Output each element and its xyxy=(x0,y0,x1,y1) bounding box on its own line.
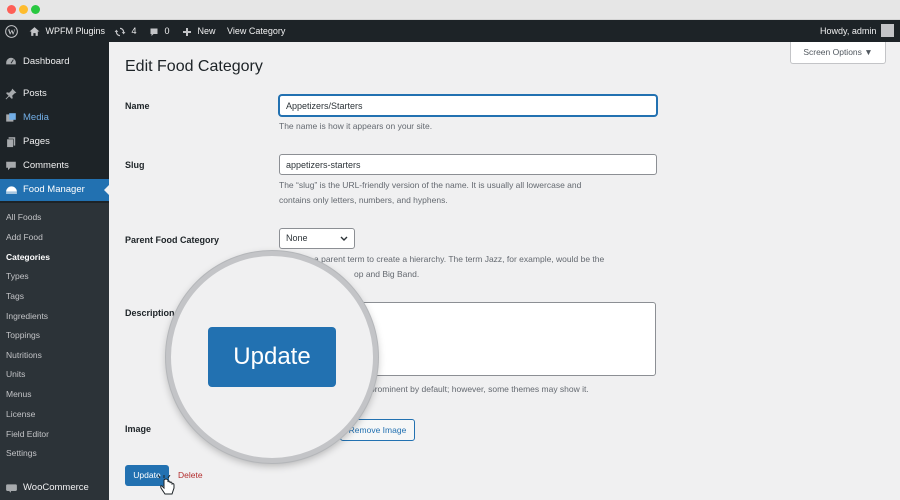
slug-input[interactable]: appetizers-starters xyxy=(279,154,657,175)
new-content-link[interactable]: New xyxy=(182,20,216,42)
submenu-item-toppings[interactable]: Toppings xyxy=(6,330,40,340)
screen-options-button[interactable]: Screen Options ▼ xyxy=(790,42,886,64)
dashboard-icon xyxy=(6,57,16,65)
slug-description-line-1: The “slug” is the URL-friendly version o… xyxy=(279,180,582,190)
slug-label: Slug xyxy=(125,160,145,170)
parent-category-value: None xyxy=(286,233,308,243)
view-category-link[interactable]: View Category xyxy=(227,20,285,42)
site-name-link[interactable]: WPFM Plugins xyxy=(29,20,105,42)
sidebar-item-label: WooCommerce xyxy=(23,482,89,493)
sidebar-item-label: Media xyxy=(23,112,49,123)
close-window-button[interactable] xyxy=(7,5,16,14)
avatar[interactable] xyxy=(881,24,894,37)
submenu-item-nutritions[interactable]: Nutritions xyxy=(6,350,42,360)
submenu-item-settings[interactable]: Settings xyxy=(6,448,37,458)
parent-description-line-1: a parent term to create a hierarchy. The… xyxy=(314,254,605,264)
maximize-window-button[interactable] xyxy=(31,5,40,14)
delete-link[interactable]: Delete xyxy=(178,470,203,480)
comments-link[interactable]: 0 xyxy=(149,20,170,42)
howdy-user[interactable]: Howdy, admin xyxy=(820,20,876,42)
sidebar-item-pages[interactable]: Pages xyxy=(0,131,109,153)
sidebar-item-label: Comments xyxy=(23,160,69,171)
submenu-item-license[interactable]: License xyxy=(6,409,35,419)
sidebar-item-posts[interactable]: Posts xyxy=(0,83,109,105)
submenu-item-menus[interactable]: Menus xyxy=(6,389,32,399)
browser-chrome xyxy=(0,0,900,20)
comments-count: 0 xyxy=(164,26,170,36)
submenu-item-categories[interactable]: Categories xyxy=(6,252,50,262)
sidebar-item-media[interactable]: Media xyxy=(0,107,109,129)
slug-description-line-2: contains only letters, numbers, and hyph… xyxy=(279,195,448,205)
sidebar-item-food-manager[interactable]: Food Manager xyxy=(0,179,109,201)
description-help: prominent by default; however, some them… xyxy=(370,384,589,394)
zoomed-update-button[interactable]: Update xyxy=(208,327,336,387)
updates-count: 4 xyxy=(131,26,137,36)
food-manager-icon xyxy=(6,186,17,194)
comments-icon xyxy=(6,161,16,171)
sidebar-item-label: Pages xyxy=(23,136,50,147)
sidebar-item-comments[interactable]: Comments xyxy=(0,155,109,177)
sidebar-item-woocommerce[interactable]: WooCommerce xyxy=(0,477,109,499)
sidebar-item-label: Posts xyxy=(23,88,47,99)
name-label: Name xyxy=(125,101,150,111)
food-manager-submenu: All Foods Add Food Categories Types Tags… xyxy=(0,203,109,500)
chevron-down-icon xyxy=(340,236,348,241)
sidebar-item-label: Food Manager xyxy=(23,184,85,195)
submenu-item-add-food[interactable]: Add Food xyxy=(6,232,43,242)
pushpin-icon xyxy=(5,88,17,100)
submenu-item-all-foods[interactable]: All Foods xyxy=(6,212,41,222)
updates-link[interactable]: 4 xyxy=(114,20,137,42)
description-label: Description xyxy=(125,308,175,318)
parent-category-label: Parent Food Category xyxy=(125,235,220,245)
svg-text:W: W xyxy=(8,28,16,37)
active-menu-arrow xyxy=(104,185,109,195)
site-name: WPFM Plugins xyxy=(45,26,106,36)
new-label: New xyxy=(197,26,216,36)
admin-bar: W WPFM Plugins 4 0 New View Category How… xyxy=(0,20,900,42)
hand-cursor-icon xyxy=(158,475,175,495)
sidebar-item-label: Dashboard xyxy=(23,56,70,67)
parent-description-line-2: op and Big Band. xyxy=(354,269,420,279)
name-description: The name is how it appears on your site. xyxy=(279,121,433,131)
submenu-item-ingredients[interactable]: Ingredients xyxy=(6,311,48,321)
name-input[interactable]: Appetizers/Starters xyxy=(279,95,657,116)
wordpress-logo-icon[interactable]: W xyxy=(5,20,18,42)
submenu-item-tags[interactable]: Tags xyxy=(6,291,24,301)
page-title: Edit Food Category xyxy=(125,58,263,75)
admin-sidebar: Dashboard Posts Media Pages Comments Foo… xyxy=(0,42,109,500)
image-label: Image xyxy=(125,424,152,434)
minimize-window-button[interactable] xyxy=(19,5,28,14)
media-icon xyxy=(6,113,16,122)
comment-icon xyxy=(150,28,158,36)
home-icon xyxy=(29,27,40,37)
sidebar-item-dashboard[interactable]: Dashboard xyxy=(0,51,109,73)
submenu-item-field-editor[interactable]: Field Editor xyxy=(6,429,49,439)
submenu-item-types[interactable]: Types xyxy=(6,271,29,281)
parent-category-select[interactable]: None xyxy=(279,228,355,249)
submenu-item-units[interactable]: Units xyxy=(6,369,25,379)
plus-icon xyxy=(183,27,191,36)
woocommerce-icon xyxy=(6,484,17,493)
zoom-magnifier: Update xyxy=(166,251,378,463)
pages-icon xyxy=(6,137,16,148)
updates-icon xyxy=(114,27,126,36)
